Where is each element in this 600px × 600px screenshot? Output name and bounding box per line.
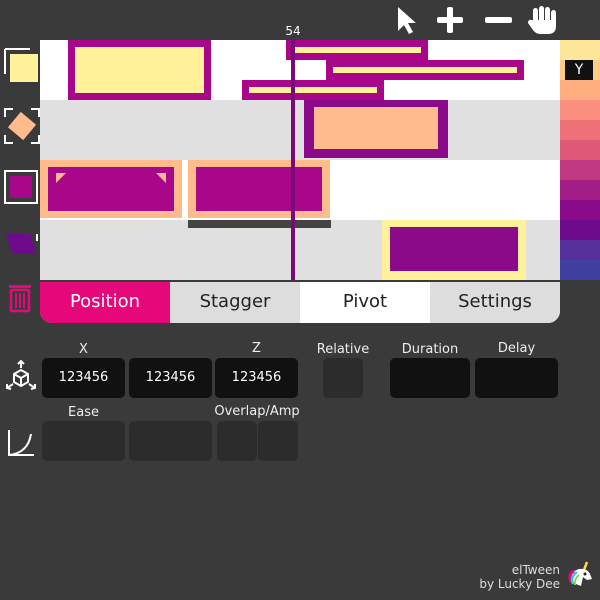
y-input[interactable]: 123456	[129, 358, 212, 398]
tween-clip[interactable]	[40, 160, 182, 218]
axis-badge[interactable]: Y	[565, 60, 593, 80]
zoom-out-icon[interactable]	[482, 4, 514, 36]
delay-input[interactable]	[475, 358, 558, 398]
unicorn-logo-icon	[565, 560, 595, 590]
color-swatch[interactable]	[560, 180, 600, 200]
clip-handle[interactable]	[188, 220, 331, 228]
color-swatch[interactable]	[560, 220, 600, 240]
color-swatch[interactable]	[560, 240, 600, 260]
z-label: Z	[252, 341, 261, 356]
relative-label: Relative	[316, 342, 370, 357]
tween-clip[interactable]	[242, 80, 384, 100]
color-swatch[interactable]	[560, 200, 600, 220]
duration-input[interactable]	[390, 358, 470, 398]
rotate-tool-icon[interactable]	[4, 108, 40, 144]
ease-type-select[interactable]	[129, 421, 212, 461]
delay-label: Delay	[497, 341, 536, 356]
tab-bar: Position Stagger Pivot Settings	[40, 282, 560, 323]
tween-clip[interactable]	[286, 40, 428, 60]
tween-clip[interactable]	[382, 220, 526, 280]
overlap-input[interactable]	[217, 421, 257, 461]
relative-checkbox[interactable]	[323, 358, 363, 398]
color-swatch[interactable]	[560, 160, 600, 180]
tab-stagger[interactable]: Stagger	[170, 282, 300, 323]
hand-icon[interactable]	[526, 4, 558, 36]
x-input[interactable]: 123456	[42, 358, 125, 398]
timeline-lane	[40, 100, 560, 160]
skew-tool-icon[interactable]	[4, 228, 38, 260]
playhead[interactable]	[291, 40, 295, 280]
zoom-in-icon[interactable]	[434, 4, 466, 36]
color-swatch[interactable]	[560, 120, 600, 140]
z-input[interactable]: 123456	[215, 358, 298, 398]
author-credit: by Lucky Dee	[479, 577, 560, 591]
fill-square-icon[interactable]	[4, 170, 38, 204]
color-swatch[interactable]	[560, 40, 600, 60]
overlap-amp-label: Overlap/Amp	[214, 404, 300, 419]
tween-clip[interactable]	[188, 160, 330, 218]
tween-clip[interactable]	[304, 100, 448, 158]
color-swatch[interactable]	[560, 100, 600, 120]
duration-label: Duration	[401, 342, 459, 357]
playhead-label: 54	[285, 24, 301, 38]
trash-icon[interactable]	[4, 282, 36, 314]
tween-clip[interactable]	[326, 60, 524, 80]
tab-settings[interactable]: Settings	[430, 282, 560, 323]
transform-axes-icon	[4, 359, 38, 394]
ease-label: Ease	[68, 405, 99, 420]
tab-pivot[interactable]: Pivot	[300, 282, 430, 323]
square-tool-icon[interactable]	[4, 48, 38, 82]
color-swatch[interactable]	[560, 80, 600, 100]
tab-position[interactable]: Position	[40, 282, 170, 323]
amp-input[interactable]	[258, 421, 298, 461]
color-swatch[interactable]	[560, 260, 600, 280]
color-swatch[interactable]	[560, 140, 600, 160]
timeline[interactable]	[40, 40, 560, 280]
ease-select[interactable]	[42, 421, 125, 461]
app-name: elTween	[511, 563, 560, 577]
x-label: X	[79, 342, 88, 357]
tween-clip[interactable]	[68, 40, 211, 100]
pointer-icon[interactable]	[390, 4, 422, 36]
ease-curve-icon	[6, 428, 36, 458]
